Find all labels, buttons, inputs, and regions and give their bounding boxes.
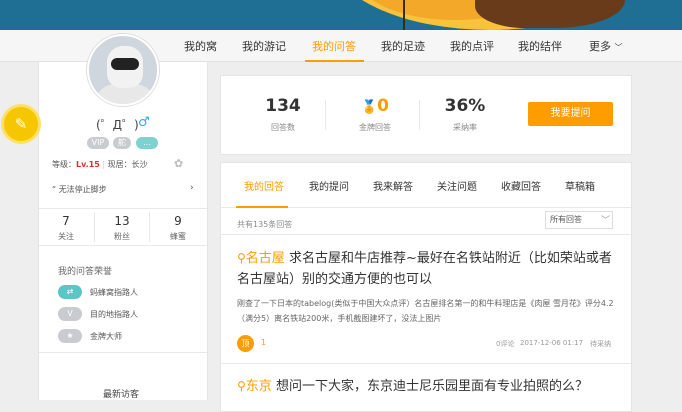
tab-drafts[interactable]: 草稿箱: [565, 178, 595, 193]
upvote-badge[interactable]: 顶: [237, 335, 254, 352]
chevron-right-icon[interactable]: ›: [190, 183, 194, 193]
location-pin-icon: ⚲: [237, 379, 246, 393]
level-value[interactable]: Lv.15: [76, 160, 100, 169]
divider: [221, 234, 631, 235]
question-text[interactable]: 想问一下大家，东京迪士尼乐园里面有专业拍照的么？: [276, 379, 588, 394]
chevron-down-icon: ﹀: [601, 216, 611, 226]
residence: 现居：长沙: [107, 160, 148, 169]
divider: [325, 100, 326, 130]
gold-answers-value: 0: [377, 96, 390, 116]
vip-badge[interactable]: VIP: [87, 137, 109, 149]
answer-excerpt[interactable]: 刚查了一下日本的tabelog(类似于中国大众点评）名古屋排名第一的和牛料理店是…: [237, 296, 615, 326]
medal-icon: 🏅: [360, 100, 378, 115]
question-location[interactable]: 东京: [246, 379, 272, 394]
ask-question-button[interactable]: 我要提问: [528, 102, 613, 126]
pin-icon: V: [58, 307, 82, 321]
gold-answers: 🏅0: [350, 96, 400, 116]
nav-item-more[interactable]: 更多 ﹀: [589, 38, 623, 54]
username: (゜Д゜): [96, 118, 139, 132]
edit-icon[interactable]: ✎: [4, 107, 38, 141]
stat-honey-label: 蜂蜜: [170, 232, 186, 241]
divider: [149, 212, 150, 242]
nav-active-indicator: [305, 60, 364, 62]
route-icon: ⇄: [58, 285, 82, 299]
divider: [94, 212, 95, 242]
comment-count[interactable]: 0评论: [496, 339, 514, 349]
stat-fans-value[interactable]: 13: [102, 214, 142, 228]
answers-count: 134: [265, 96, 301, 116]
honor-title: 我的问答荣誉: [58, 267, 113, 277]
gear-icon[interactable]: ✿: [174, 157, 183, 170]
stat-honey-value[interactable]: 9: [158, 214, 198, 228]
tab-followed-questions[interactable]: 关注问题: [437, 178, 477, 193]
divider: [39, 352, 207, 353]
honor-label[interactable]: 蚂蜂窝指路人: [90, 287, 138, 298]
divider: [39, 208, 207, 209]
level-label: 等级：: [52, 160, 76, 169]
nav-item-footprints[interactable]: 我的足迹: [381, 38, 425, 54]
answer-count-text: 共有135条回答: [237, 220, 293, 229]
answer-status: 待采纳: [590, 340, 611, 348]
rudder-badge[interactable]: 舵: [113, 137, 131, 149]
tab-active-indicator: [236, 206, 288, 208]
question-title[interactable]: ⚲东京 想问一下大家，东京迪士尼乐园里面有专业拍照的么？: [237, 376, 617, 397]
answers-label: 回答数: [271, 123, 295, 132]
stat-fans-label: 粉丝: [114, 232, 130, 241]
recent-visitors-title: 最新访客: [103, 390, 140, 400]
divider: [39, 245, 207, 246]
banner-mast-graphic: [403, 0, 405, 30]
nav-item-companions[interactable]: 我的结伴: [518, 38, 562, 54]
tab-my-questions[interactable]: 我的提问: [309, 178, 349, 193]
extra-badge[interactable]: …: [136, 137, 158, 149]
motto: “ 无法停止脚步: [52, 185, 107, 194]
honor-label[interactable]: 金牌大师: [90, 331, 122, 342]
nav-item-travelogues[interactable]: 我的游记: [242, 38, 286, 54]
question-text[interactable]: 求名古屋和牛店推荐~最好在名铁站附近（比如荣站或者名古屋站）别的交通方便的也可以: [237, 251, 612, 287]
star-icon: ★: [58, 329, 82, 343]
male-icon: ♂: [138, 115, 150, 130]
tab-answer-others[interactable]: 我来解答: [373, 178, 413, 193]
accept-rate: 36%: [444, 96, 486, 116]
honor-label[interactable]: 目的地指路人: [90, 309, 138, 320]
stat-following-value[interactable]: 7: [46, 214, 86, 228]
divider: [221, 363, 631, 364]
nav-more-label: 更多: [589, 40, 611, 53]
banner-boat-graphic: [475, 0, 625, 28]
location-pin-icon: ⚲: [237, 251, 246, 265]
tab-saved-answers[interactable]: 收藏回答: [501, 178, 541, 193]
gold-answers-label: 金牌回答: [359, 123, 391, 132]
nav-item-reviews[interactable]: 我的点评: [450, 38, 494, 54]
upvote-count: 1: [261, 338, 267, 347]
question-title[interactable]: ⚲名古屋 求名古屋和牛店推荐~最好在名铁站附近（比如荣站或者名古屋站）别的交通方…: [237, 248, 617, 290]
divider: [419, 100, 420, 130]
accept-rate-label: 采纳率: [453, 123, 477, 132]
answer-date: 2017-12-06 01:17: [520, 339, 584, 347]
tab-my-answers[interactable]: 我的回答: [244, 178, 284, 193]
chevron-down-icon: ﹀: [614, 43, 623, 52]
question-location[interactable]: 名古屋: [246, 251, 285, 266]
avatar[interactable]: [87, 34, 159, 106]
nav-item-qa[interactable]: 我的问答: [312, 38, 356, 54]
stat-following-label: 关注: [58, 232, 74, 241]
nav-item-home[interactable]: 我的窝: [184, 38, 217, 54]
header-banner: [0, 0, 682, 30]
level-line: 等级：Lv.15 | 现居：长沙: [52, 160, 148, 169]
